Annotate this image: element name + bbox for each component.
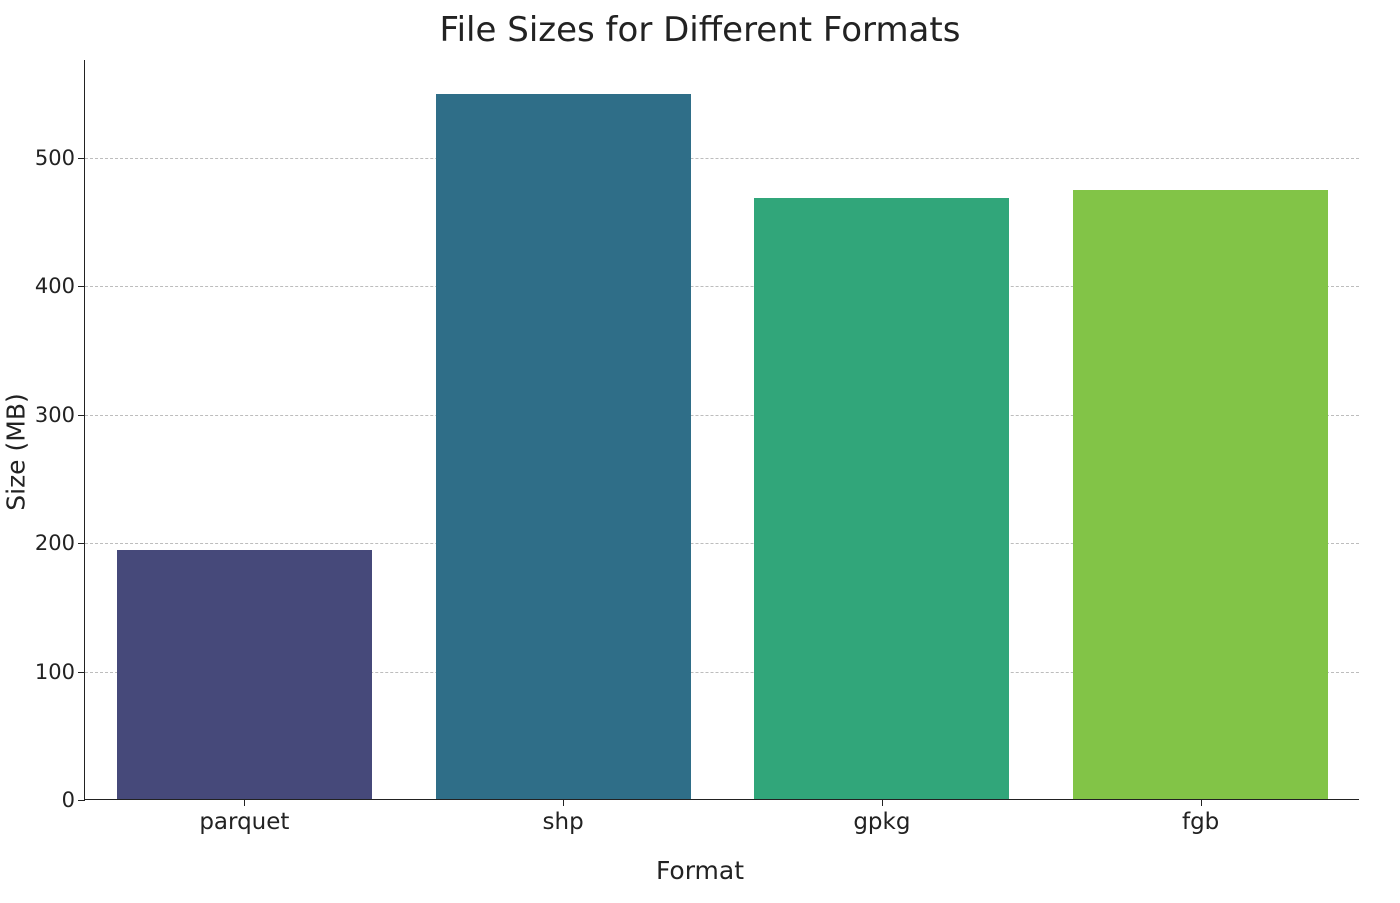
y-tick-label: 200 (35, 531, 85, 555)
x-tick-label: shp (543, 799, 584, 835)
bar-shp (436, 94, 691, 799)
y-tick-label: 400 (35, 274, 85, 298)
grid-line (85, 158, 1359, 159)
y-tick-label: 500 (35, 146, 85, 170)
y-axis-label: Size (MB) (2, 393, 31, 511)
x-tick-label: gpkg (853, 799, 910, 835)
chart-title: File Sizes for Different Formats (0, 10, 1400, 50)
y-tick-label: 100 (35, 660, 85, 684)
bar-parquet (117, 550, 372, 799)
plot-area: 0100200300400500parquetshpgpkgfgb (84, 60, 1359, 800)
x-axis-label: Format (0, 856, 1400, 885)
bar-fgb (1073, 190, 1328, 799)
y-tick-label: 0 (62, 788, 85, 812)
y-tick-label: 300 (35, 403, 85, 427)
x-tick-label: fgb (1182, 799, 1219, 835)
chart-container: File Sizes for Different Formats Size (M… (0, 0, 1400, 903)
bar-gpkg (754, 198, 1009, 799)
x-tick-label: parquet (199, 799, 289, 835)
